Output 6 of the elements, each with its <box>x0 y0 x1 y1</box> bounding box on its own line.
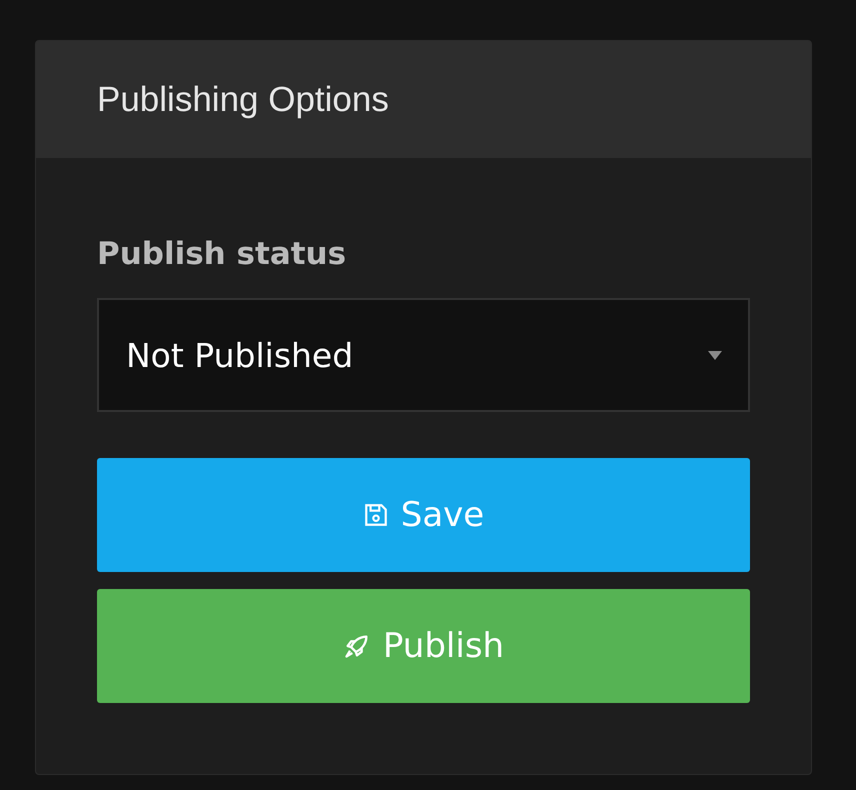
panel-title: Publishing Options <box>97 80 389 120</box>
publish-button[interactable]: Publish <box>97 589 750 703</box>
caret-icon <box>708 350 722 360</box>
field-label: Publish status <box>97 236 346 272</box>
status-dropdown[interactable]: Not Published <box>97 298 750 412</box>
save-button[interactable]: Save <box>97 458 750 572</box>
